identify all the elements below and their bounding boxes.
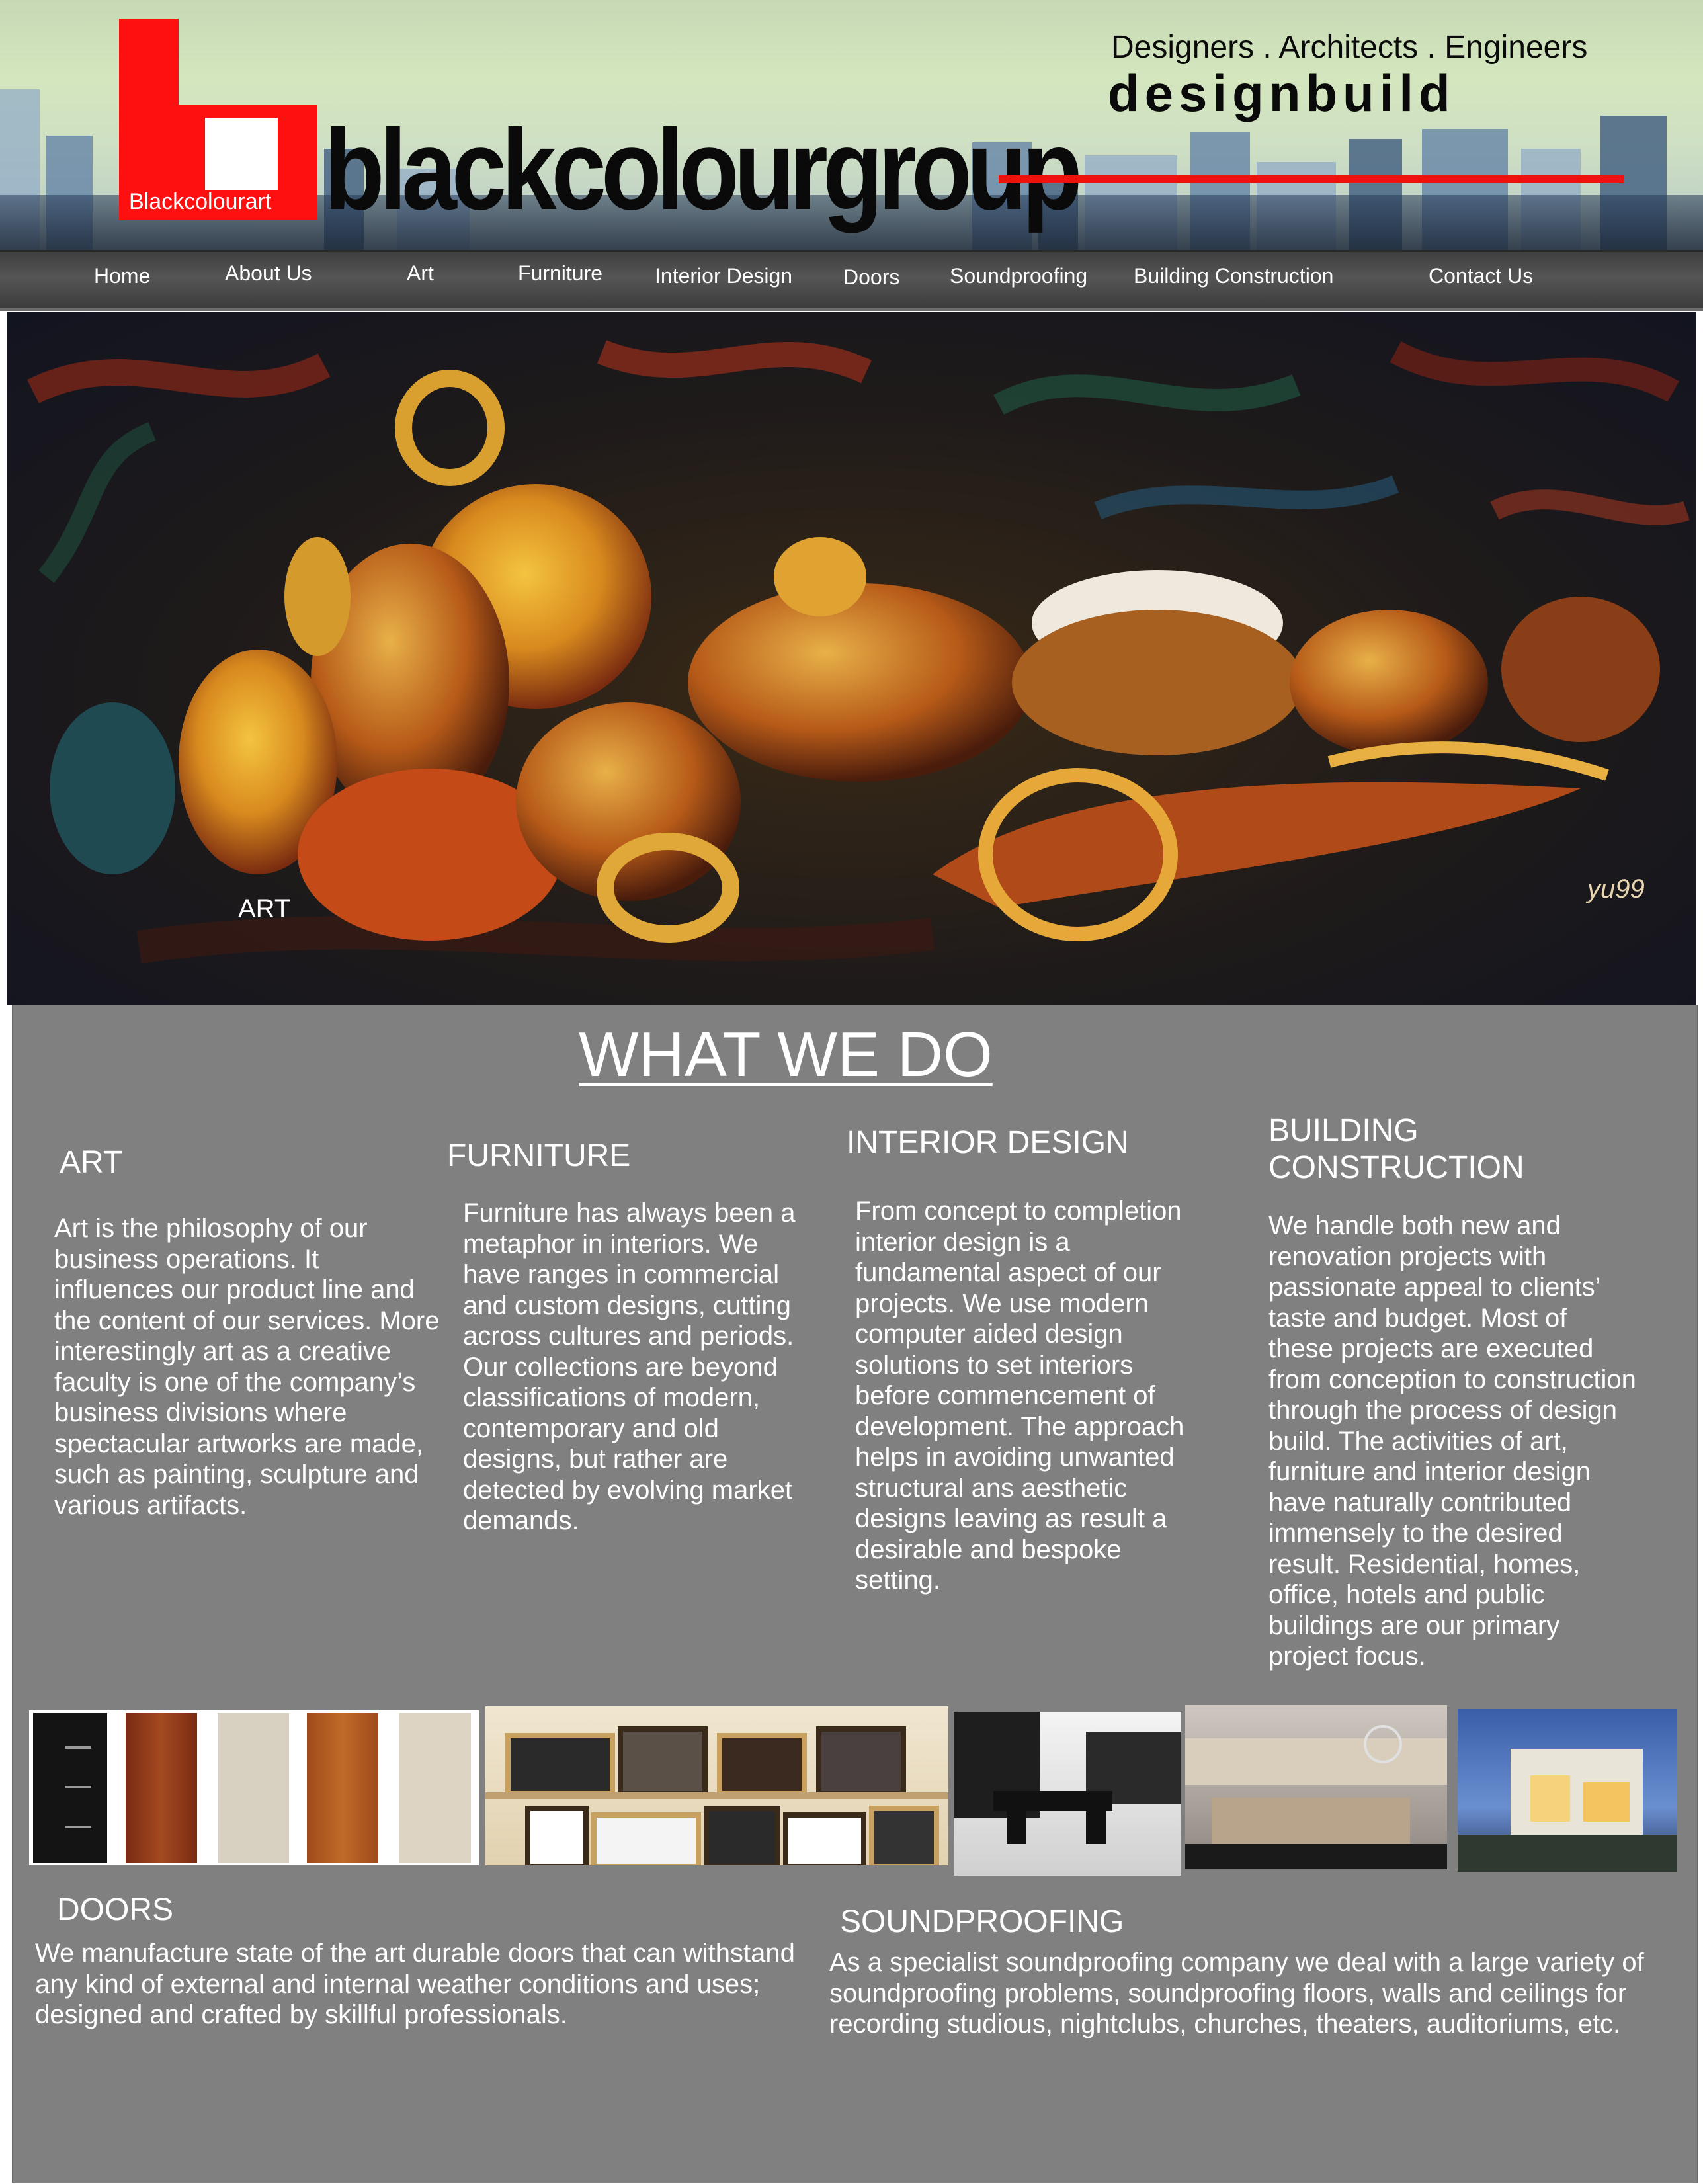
hero-caption: ART — [238, 894, 291, 923]
doors-heading: DOORS — [57, 1892, 174, 1927]
service-text-furniture: Furniture has always been a metaphor in … — [463, 1198, 796, 1535]
painting-signature: yu99 — [1587, 874, 1645, 903]
doors-image[interactable] — [29, 1710, 479, 1865]
nav-item-building-construction[interactable]: Building Construction — [1134, 264, 1333, 288]
service-heading-building-construction: BUILDING CONSTRUCTION — [1268, 1113, 1524, 1185]
accent-line — [999, 175, 1624, 183]
hero-banner: ART yu99 — [7, 312, 1696, 1005]
service-heading-art: ART — [60, 1145, 123, 1180]
nav-item-home[interactable]: Home — [94, 264, 150, 288]
furniture-frames-image[interactable] — [485, 1706, 948, 1865]
doors-text: We manufacture state of the art durable … — [35, 1939, 795, 2029]
nav-item-art[interactable]: Art — [407, 261, 434, 286]
service-text-art: Art is the philosophy of our business op… — [54, 1214, 440, 1520]
nav-item-about-us[interactable]: About Us — [225, 261, 312, 286]
brand-name[interactable]: blackcolourgroup — [324, 112, 1083, 227]
nav-item-contact-us[interactable]: Contact Us — [1429, 264, 1533, 288]
service-text-interior-design: From concept to completion interior desi… — [855, 1197, 1184, 1595]
interior-kitchen-image[interactable] — [1185, 1705, 1447, 1869]
nav-item-soundproofing[interactable]: Soundproofing — [950, 264, 1087, 288]
subbrand-title: designbuild — [1108, 64, 1456, 122]
nav-item-furniture[interactable]: Furniture — [518, 261, 602, 286]
logo-caption: Blackcolourart — [129, 189, 272, 214]
service-heading-furniture: FURNITURE — [447, 1138, 631, 1173]
service-text-building-construction: We handle both new and renovation projec… — [1268, 1211, 1636, 1671]
nav-item-doors[interactable]: Doors — [843, 265, 899, 290]
soundproofing-heading: SOUNDPROOFING — [840, 1904, 1124, 1939]
site-header: Blackcolourart blackcolourgroup Designer… — [0, 0, 1703, 255]
tagline: Designers . Architects . Engineers — [1111, 30, 1588, 65]
main-nav: Home About Us Art Furniture Interior Des… — [0, 250, 1703, 311]
building-construction-image[interactable] — [1458, 1709, 1677, 1872]
service-heading-interior-design: INTERIOR DESIGN — [847, 1125, 1129, 1160]
interior-office-image[interactable] — [954, 1712, 1181, 1876]
nav-item-interior-design[interactable]: Interior Design — [655, 264, 792, 288]
section-title: WHAT WE DO — [579, 1019, 993, 1090]
soundproofing-text: As a specialist soundproofing company we… — [829, 1948, 1644, 2038]
